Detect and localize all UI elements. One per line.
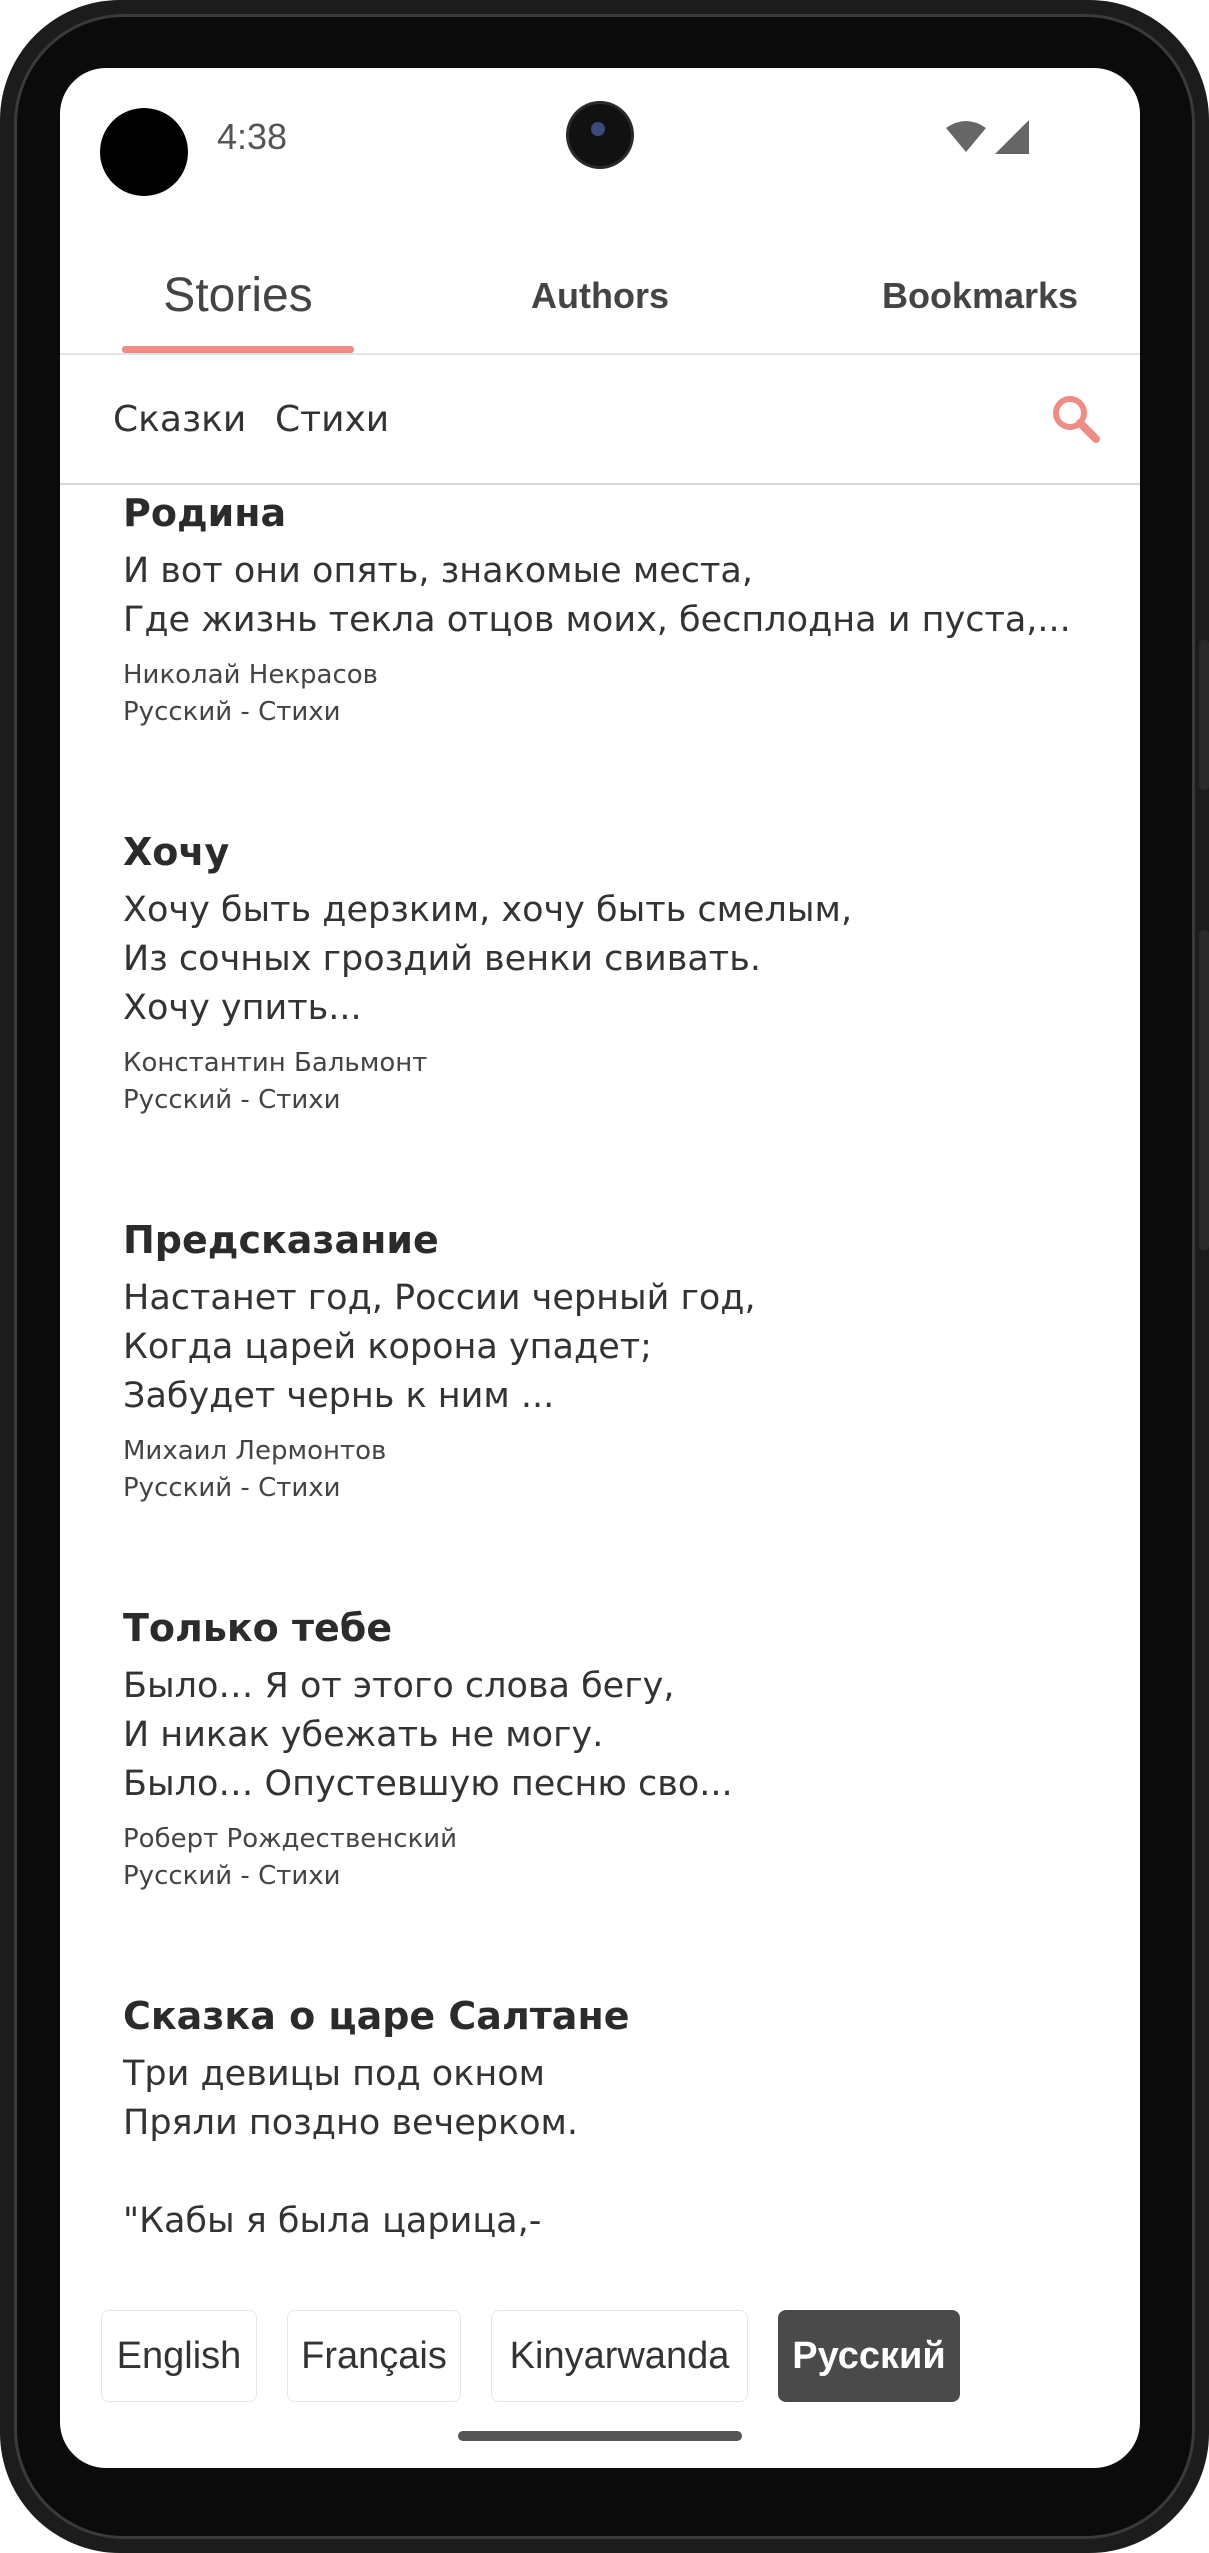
category-poems[interactable]: Стихи (275, 355, 389, 483)
tab-authors[interactable]: Authors (500, 238, 700, 353)
notification-dot (100, 108, 188, 196)
story-card[interactable]: Сказка о царе Салтане Три девицы под окн… (123, 1988, 1083, 2246)
story-excerpt: Три девицы под окном Пряли поздно вечерк… (123, 2054, 579, 2241)
story-language-category: Русский - Стихи (123, 1861, 341, 1891)
status-time: 4:38 (217, 116, 288, 157)
story-title: Хочу (123, 830, 230, 874)
top-tabs: Stories Authors Bookmarks (60, 238, 1140, 355)
language-russian-button[interactable]: Русский (778, 2310, 960, 2402)
story-excerpt: И вот они опять, знакомые места, Где жиз… (123, 551, 1071, 640)
language-french-button[interactable]: Français (287, 2310, 461, 2402)
story-card[interactable]: Предсказание Настанет год, России черный… (123, 1212, 1083, 1507)
story-card[interactable]: Хочу Хочу быть дерзким, хочу быть смелым… (123, 824, 1083, 1119)
story-title: Предсказание (123, 1218, 439, 1262)
tab-bookmarks[interactable]: Bookmarks (850, 238, 1110, 353)
story-excerpt: Хочу быть дерзким, хочу быть смелым, Из … (123, 890, 853, 1028)
story-card[interactable]: Только тебе Было… Я от этого слова бегу,… (123, 1600, 1083, 1895)
story-language-category: Русский - Стихи (123, 1473, 341, 1503)
app-screen: 4:38 Stories Authors Bookmarks Сказки Ст… (60, 68, 1140, 2468)
story-author: Константин Бальмонт (123, 1048, 428, 1078)
story-list: Родина И вот они опять, знакомые места, … (60, 485, 1140, 2335)
home-gesture-bar[interactable] (458, 2431, 742, 2441)
story-author: Николай Некрасов (123, 660, 378, 690)
category-filter-bar: Сказки Стихи (60, 355, 1140, 485)
cell-signal-icon (995, 120, 1029, 154)
language-selector: English Français Kinyarwanda Русский (60, 2288, 1140, 2402)
story-excerpt: Было… Я от этого слова бегу, И никак убе… (123, 1666, 733, 1804)
search-icon[interactable] (1050, 393, 1102, 445)
tab-stories[interactable]: Stories (122, 238, 354, 353)
story-title: Сказка о царе Салтане (123, 1994, 630, 2038)
story-title: Только тебе (123, 1606, 393, 1650)
volume-button (1199, 640, 1209, 790)
story-author: Роберт Рождественский (123, 1824, 458, 1854)
phone-frame: 4:38 Stories Authors Bookmarks Сказки Ст… (0, 0, 1209, 2553)
status-bar: 4:38 (60, 68, 1140, 208)
story-author: Михаил Лермонтов (123, 1436, 387, 1466)
story-card[interactable]: Родина И вот они опять, знакомые места, … (123, 485, 1083, 731)
category-fairy-tales[interactable]: Сказки (113, 355, 246, 483)
front-camera (569, 104, 631, 166)
story-language-category: Русский - Стихи (123, 697, 341, 727)
story-language-category: Русский - Стихи (123, 1085, 341, 1115)
story-title: Родина (123, 491, 287, 535)
language-english-button[interactable]: English (101, 2310, 257, 2402)
active-tab-indicator (122, 346, 354, 353)
story-excerpt: Настанет год, России черный год, Когда ц… (123, 1278, 756, 1416)
language-kinyarwanda-button[interactable]: Kinyarwanda (491, 2310, 748, 2402)
wifi-icon (946, 121, 986, 152)
power-button (1199, 930, 1209, 1250)
